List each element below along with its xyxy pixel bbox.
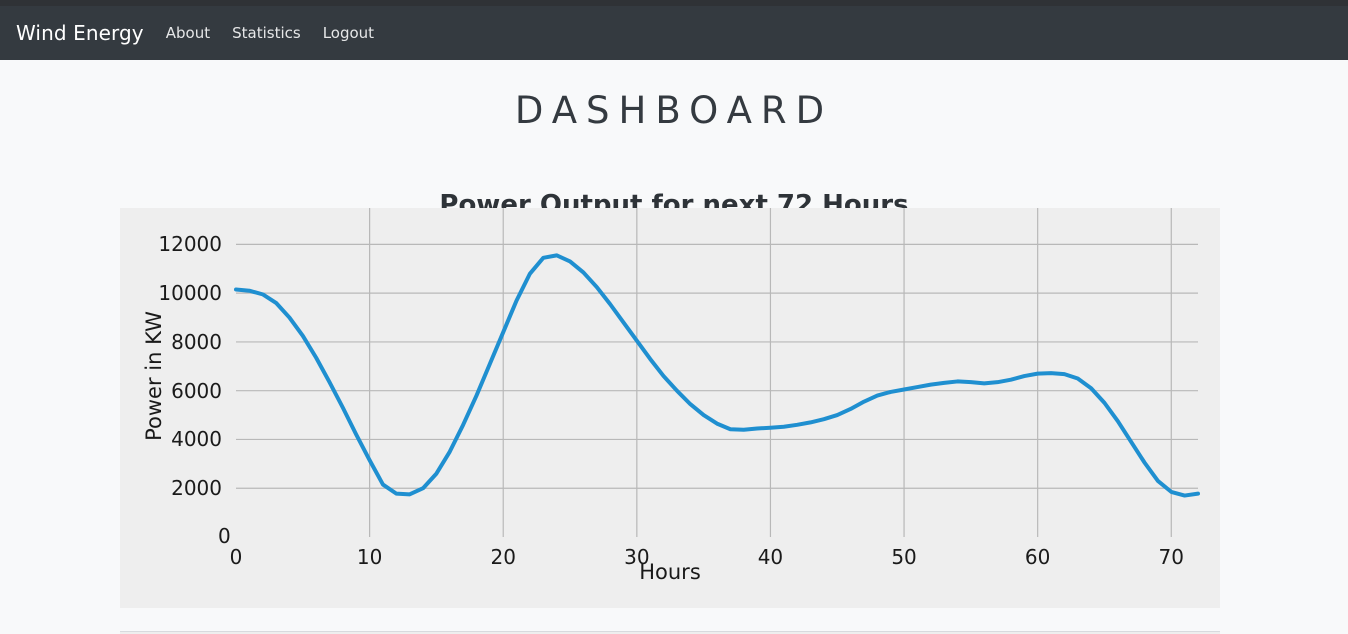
nav-link-about[interactable]: About <box>166 24 210 42</box>
app-root: Wind Energy About Statistics Logout DASH… <box>0 0 1348 634</box>
nav-link-logout[interactable]: Logout <box>323 24 374 42</box>
power-output-chart: 0200040006000800010000120000010203040506… <box>120 208 1220 608</box>
navbar-brand[interactable]: Wind Energy <box>16 21 144 45</box>
y-axis-tick-label: 12000 <box>158 232 222 257</box>
y-axis-origin-label: 0 <box>218 524 231 548</box>
y-axis-tick-label: 6000 <box>171 378 222 403</box>
chart-series-line <box>234 253 1200 498</box>
y-axis-tick-label: 10000 <box>158 281 222 306</box>
page-title: DASHBOARD <box>514 88 834 132</box>
nav-link-statistics[interactable]: Statistics <box>232 24 301 42</box>
chart-y-axis-label: Power in KW <box>142 311 166 441</box>
chart-x-axis-label: Hours <box>639 560 701 584</box>
y-axis-tick-label: 4000 <box>171 427 222 452</box>
navbar-links: About Statistics Logout <box>166 24 374 42</box>
y-axis-tick-label: 2000 <box>171 476 222 501</box>
y-axis-tick-label: 8000 <box>171 329 222 354</box>
navbar: Wind Energy About Statistics Logout <box>0 6 1348 60</box>
